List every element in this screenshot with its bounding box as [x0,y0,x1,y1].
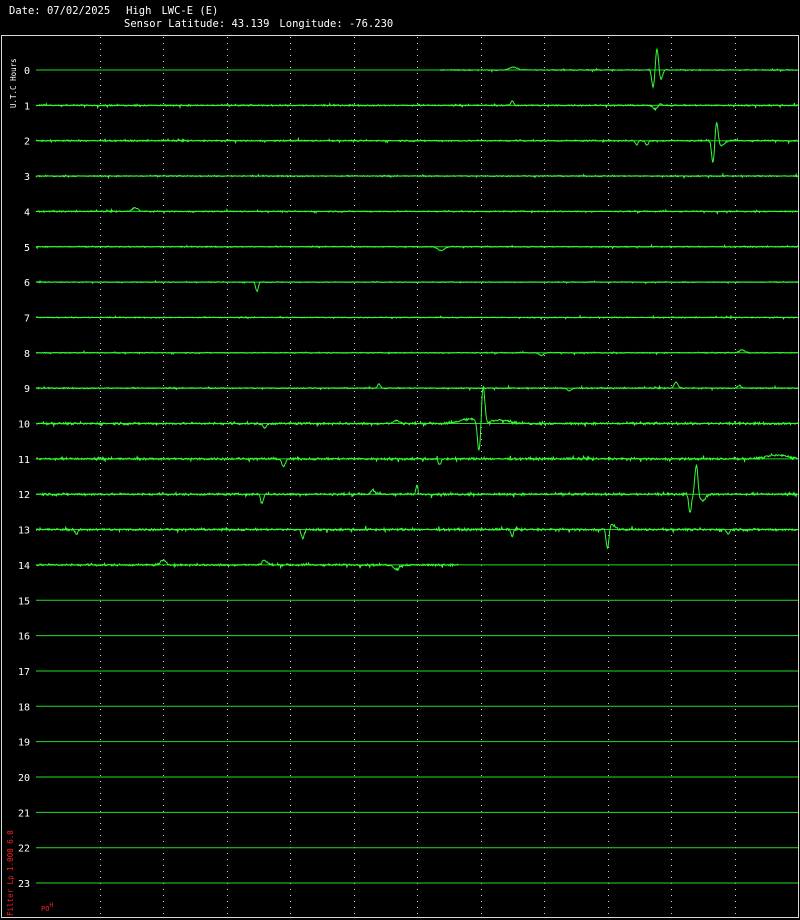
hour-label-0: 0 [24,66,30,77]
hour-label-7: 7 [24,313,30,324]
seismic-traces [35,47,799,572]
hour-label-17: 17 [18,667,30,678]
hour-label-4: 4 [24,207,30,218]
hour-labels: 01234567891011121314151617181920212223 [18,66,30,890]
trace-hour-3 [35,172,798,180]
helicorder-plot: 01234567891011121314151617181920212223 [18,37,799,916]
trace-hour-2 [35,122,799,164]
hour-label-20: 20 [18,773,30,784]
corner-mark-sup: H [49,902,54,909]
hour-label-13: 13 [18,526,30,537]
trace-hour-4 [35,207,798,215]
hour-label-6: 6 [24,278,30,289]
hour-label-5: 5 [24,243,30,254]
hour-label-3: 3 [24,172,30,183]
corner-mark: POH [41,902,53,913]
hour-label-2: 2 [24,137,30,148]
trace-hour-13 [35,523,798,550]
hour-label-12: 12 [18,490,30,501]
filter-label: Filter Lp 1.000 6.0 [6,830,15,916]
hour-label-11: 11 [18,455,30,466]
trace-hour-10 [35,385,799,452]
trace-hour-9 [35,381,799,392]
trace-hour-1 [35,99,799,112]
helicorder-page: Date: 07/02/2025 High LWC-E (E) Sensor Lat… [0,0,800,920]
hour-label-22: 22 [18,844,30,855]
hour-baselines [36,69,798,884]
hour-label-16: 16 [18,632,30,643]
hour-label-8: 8 [24,349,30,360]
hour-label-1: 1 [24,101,30,112]
trace-hour-8 [35,349,798,357]
trace-hour-5 [35,243,799,252]
trace-hour-12 [35,463,798,513]
time-grid [100,37,736,916]
hour-label-23: 23 [18,879,30,890]
trace-hour-0 [439,47,798,90]
hour-label-10: 10 [18,420,30,431]
hour-label-19: 19 [18,738,30,749]
hour-label-21: 21 [18,808,30,819]
hour-label-18: 18 [18,702,30,713]
trace-hour-7 [35,314,799,320]
trace-hour-6 [35,279,799,293]
trace-hour-11 [35,452,798,468]
hour-label-15: 15 [18,596,30,607]
hour-label-9: 9 [24,384,30,395]
hour-label-14: 14 [18,561,30,572]
utc-hours-axis-label: U.T.C Hours [9,58,18,108]
